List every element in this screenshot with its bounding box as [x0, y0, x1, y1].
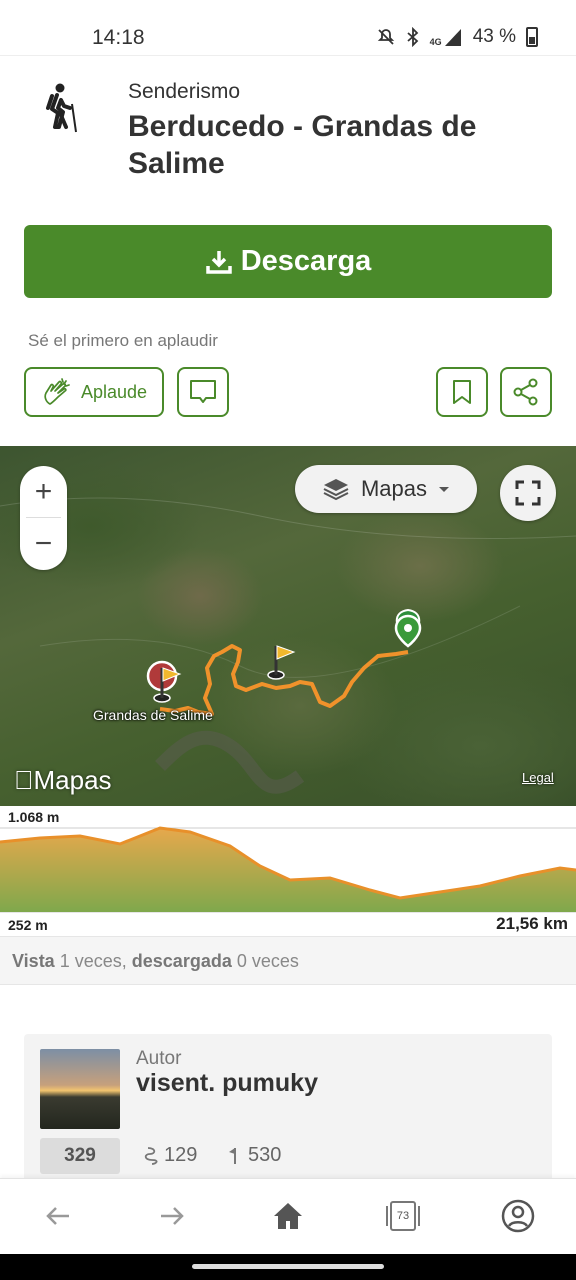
map-overlay	[0, 497, 576, 794]
layers-icon	[323, 479, 349, 501]
bluetooth-icon	[407, 27, 418, 47]
waypoint-flag-marker[interactable]	[267, 645, 296, 680]
mute-icon	[377, 29, 394, 45]
signal-icon: 4G	[430, 27, 463, 47]
trail-route-icon	[144, 1146, 158, 1165]
map-layer-selector[interactable]: Mapas	[295, 465, 477, 513]
download-icon	[205, 250, 232, 274]
tabs-button[interactable]: 73	[383, 1196, 423, 1236]
apple-maps-brand: Mapas	[14, 765, 112, 796]
home-gesture-pill[interactable]	[192, 1264, 384, 1269]
elevation-area	[0, 828, 576, 912]
trail-title: Berducedo - Grandas de Salime	[128, 110, 477, 180]
share-button[interactable]	[500, 367, 552, 417]
battery-text: 43 %	[472, 26, 516, 47]
trail-map[interactable]	[0, 446, 576, 806]
author-name[interactable]: visent. pumuky	[136, 1069, 318, 1098]
author-score-badge: 329	[40, 1138, 120, 1174]
hiker-icon	[46, 83, 77, 133]
share-icon	[513, 378, 538, 406]
clap-prompt: Sé el primero en aplaudir	[28, 331, 218, 350]
comment-button[interactable]	[177, 367, 229, 417]
home-icon	[274, 1203, 302, 1229]
clap-label: Aplaude	[80, 381, 148, 402]
elevation-profile	[0, 806, 576, 936]
bookmark-icon	[453, 380, 471, 404]
back-button[interactable]	[38, 1196, 78, 1236]
fullscreen-icon	[515, 480, 541, 506]
author-trails-count: 129	[144, 1144, 197, 1167]
zoom-in-button[interactable]: +	[20, 466, 67, 518]
start-marker[interactable]	[394, 608, 422, 648]
views-label: Vista	[12, 951, 55, 971]
zoom-out-button[interactable]: −	[20, 518, 67, 570]
comment-icon	[190, 380, 216, 403]
legal-link[interactable]: Legal	[522, 770, 554, 785]
clap-icon	[44, 378, 70, 405]
elevation-max: 1.068 m	[8, 809, 60, 825]
author-avatar[interactable]	[40, 1049, 120, 1129]
chevron-down-icon	[439, 487, 450, 492]
activity-type: Senderismo	[128, 80, 241, 103]
battery-icon	[526, 27, 538, 47]
author-followers-count: 530	[228, 1144, 281, 1167]
map-town-label: Grandas de Salime	[93, 707, 213, 723]
fullscreen-button[interactable]	[500, 465, 556, 521]
followers-flag-icon	[229, 1147, 236, 1164]
bookmark-button[interactable]	[436, 367, 488, 417]
back-arrow-icon	[46, 1207, 69, 1225]
downloads-label: descargada	[131, 951, 232, 971]
status-icons: 4G 43 %	[376, 26, 538, 48]
forward-arrow-icon	[161, 1207, 184, 1225]
view-stats: Vista 1 veces, descargada 0 veces	[0, 936, 576, 985]
end-marker[interactable]	[146, 660, 182, 703]
profile-button[interactable]	[498, 1196, 538, 1236]
author-label: Autor	[136, 1048, 182, 1069]
downloads-count: 0 veces	[236, 951, 299, 971]
trail-distance: 21,56 km	[496, 914, 568, 933]
elevation-min: 252 m	[8, 917, 48, 933]
download-label: Descarga	[240, 245, 372, 277]
map-layer-label: Mapas	[360, 476, 428, 501]
clap-button[interactable]: Aplaude	[24, 367, 164, 417]
download-button[interactable]: Descarga	[24, 225, 552, 298]
tabs-count: 73	[396, 1210, 410, 1222]
home-button[interactable]	[268, 1196, 308, 1236]
forward-button[interactable]	[152, 1196, 192, 1236]
view-stats-text: Vista 1 veces, descargada 0 veces	[12, 951, 299, 972]
elevation-chart	[0, 826, 576, 913]
apple-logo-icon: 	[14, 765, 34, 795]
zoom-control: + −	[20, 466, 67, 570]
status-bar: 14:18 4G 43 %	[0, 0, 576, 56]
views-count: 1 veces,	[59, 951, 127, 971]
apple-maps-label: Mapas	[14, 765, 112, 795]
status-time: 14:18	[92, 26, 145, 49]
profile-icon	[501, 1199, 535, 1233]
